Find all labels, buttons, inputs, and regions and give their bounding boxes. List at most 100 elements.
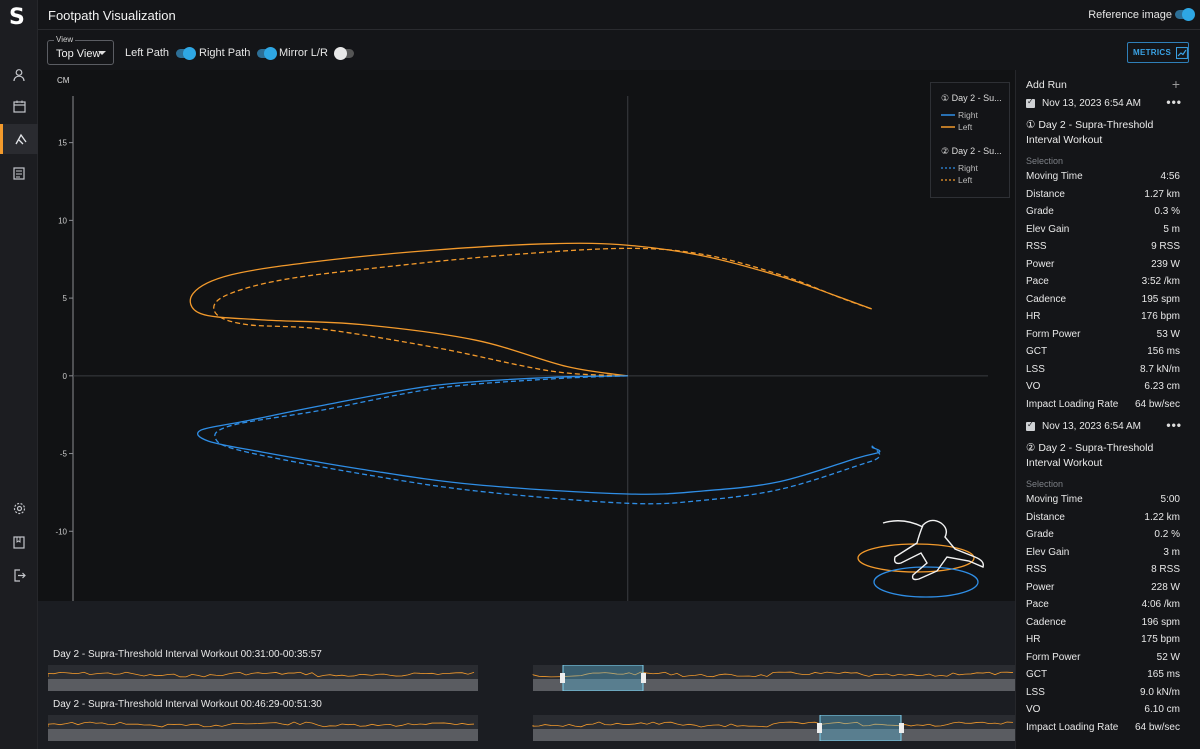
view-select-value: Top View <box>56 48 101 60</box>
timeline-2-track[interactable] <box>48 715 1015 741</box>
run-header[interactable]: Nov 13, 2023 6:54 AM <box>1026 97 1141 109</box>
sidebar: S <box>0 0 38 749</box>
metric-row: VO 6.23 cm <box>1026 381 1180 392</box>
series-line-2 <box>197 375 881 495</box>
selection-label: Selection <box>1026 479 1064 489</box>
run-name: ① Day 2 - Supra-Threshold Interval Worko… <box>1026 119 1154 146</box>
metric-value: 9 RSS <box>1151 241 1180 252</box>
runner-reference-image <box>857 519 985 598</box>
add-run-label: Add Run <box>1026 79 1067 91</box>
legend-run1-right: Right <box>958 110 978 120</box>
metric-row: Distance 1.22 km <box>1026 512 1180 523</box>
timeline-selection <box>819 715 902 741</box>
metric-row: Form Power 52 W <box>1026 652 1180 663</box>
metric-row: HR 175 bpm <box>1026 634 1180 645</box>
metric-value: 175 bpm <box>1141 634 1180 645</box>
more-options-icon[interactable]: ••• <box>1166 95 1182 109</box>
right-path-control: Right Path <box>199 46 278 60</box>
metric-row: Cadence 196 spm <box>1026 617 1180 628</box>
metric-value: 6.23 cm <box>1144 381 1180 392</box>
metric-name: Impact Loading Rate <box>1026 398 1119 410</box>
chevron-down-icon <box>98 51 106 55</box>
app-logo[interactable]: S <box>9 5 25 30</box>
metric-name: Moving Time <box>1026 494 1083 505</box>
metric-row: Impact Loading Rate 64 bw/sec <box>1026 722 1180 733</box>
metric-row: Pace 3:52 /km <box>1026 276 1180 287</box>
metric-row: LSS 9.0 kN/m <box>1026 687 1180 698</box>
y-tick-label: 10 <box>58 216 67 225</box>
runs-panel: Add Run + Nov 13, 2023 6:54 AM ••• ① Day 2… <box>1015 70 1200 749</box>
metric-row: Cadence 195 spm <box>1026 294 1180 305</box>
metric-name: Cadence <box>1026 616 1067 628</box>
timeline-2-label: Day 2 - Supra-Threshold Interval Workout… <box>53 699 322 710</box>
left-path-label: Left Path <box>125 47 170 59</box>
metric-value: 9.0 kN/m <box>1139 686 1180 698</box>
report-icon[interactable] <box>0 158 38 188</box>
timeline-fill <box>533 729 1015 741</box>
footpath-chart[interactable]: CMCM151050-5-10-15-70-60-50-40-30-20-100… <box>38 70 1015 601</box>
plus-icon[interactable]: + <box>1172 76 1180 92</box>
y-tick-label: 15 <box>58 139 67 148</box>
metric-value: 0.3 % <box>1154 206 1180 217</box>
settings-icon[interactable] <box>0 493 38 523</box>
metric-row: Pace 4:06 /km <box>1026 599 1180 610</box>
more-options-icon[interactable]: ••• <box>1166 418 1182 432</box>
metric-name: RSS <box>1026 564 1047 575</box>
timeline-1-track[interactable] <box>48 665 1015 691</box>
reference-image-label: Reference image <box>1088 9 1172 21</box>
book-icon[interactable] <box>0 527 38 557</box>
run-header[interactable]: Nov 13, 2023 6:54 AM <box>1026 420 1141 432</box>
metric-value: 195 spm <box>1141 293 1180 305</box>
timeline-panel: Day 2 - Supra-Threshold Interval Workout… <box>38 601 1015 749</box>
top-bar: Footpath Visualization Reference image <box>38 0 1200 30</box>
metrics-button-label: METRICS <box>1133 48 1172 57</box>
metric-name: Elev Gain <box>1026 546 1070 558</box>
metric-name: Power <box>1026 258 1055 270</box>
metric-name: Distance <box>1026 511 1065 523</box>
mirror-toggle[interactable] <box>333 46 354 60</box>
metric-row: RSS 8 RSS <box>1026 564 1180 575</box>
metric-row: GCT 156 ms <box>1026 346 1180 357</box>
timeline-fill <box>48 679 478 691</box>
left-path-toggle[interactable] <box>176 46 197 60</box>
selection-label: Selection <box>1026 156 1064 166</box>
run-checkbox[interactable] <box>1026 420 1035 431</box>
metric-value: 6.10 cm <box>1144 704 1180 715</box>
timeline-selection <box>562 665 644 691</box>
legend-run1-left: Left <box>958 122 973 132</box>
metric-value: 64 bw/sec <box>1134 398 1180 410</box>
metric-value: 1.22 km <box>1144 511 1180 523</box>
timeline-fill <box>48 729 478 741</box>
controls-bar: View Top View Left Path Right Path Mirro… <box>38 30 1200 70</box>
logout-icon[interactable] <box>0 560 38 590</box>
metric-value: 5 m <box>1163 223 1180 235</box>
y-tick-label: -10 <box>55 527 67 536</box>
metric-value: 239 W <box>1151 258 1180 270</box>
metric-name: Elev Gain <box>1026 223 1070 235</box>
series-line-4 <box>214 375 881 505</box>
metrics-button[interactable]: METRICS <box>1127 42 1189 63</box>
metric-row: Grade 0.3 % <box>1026 206 1180 217</box>
mirror-label: Mirror L/R <box>279 47 328 59</box>
reference-image-toggle[interactable] <box>1175 8 1195 21</box>
run-checkbox[interactable] <box>1026 97 1035 108</box>
metric-row: Impact Loading Rate 64 bw/sec <box>1026 399 1180 410</box>
y-tick-label: 5 <box>63 294 68 303</box>
right-path-toggle[interactable] <box>257 46 278 60</box>
user-icon[interactable] <box>0 60 38 90</box>
metric-name: Cadence <box>1026 293 1067 305</box>
add-run-row[interactable]: Add Run + <box>1026 76 1180 92</box>
metric-row: VO 6.10 cm <box>1026 704 1180 715</box>
metric-name: VO <box>1026 381 1041 392</box>
metric-value: 228 W <box>1151 581 1180 593</box>
calendar-icon[interactable] <box>0 91 38 121</box>
view-select[interactable]: View Top View <box>47 35 114 65</box>
y-unit-label: CM <box>57 76 70 85</box>
metric-row: Distance 1.27 km <box>1026 189 1180 200</box>
legend-run1-title: ① Day 2 - Su... <box>941 93 1002 103</box>
y-tick-label: 0 <box>63 372 68 381</box>
chart-icon <box>1176 46 1188 59</box>
metric-name: RSS <box>1026 241 1047 252</box>
footpath-icon[interactable] <box>0 124 38 154</box>
metric-value: 53 W <box>1156 328 1180 340</box>
